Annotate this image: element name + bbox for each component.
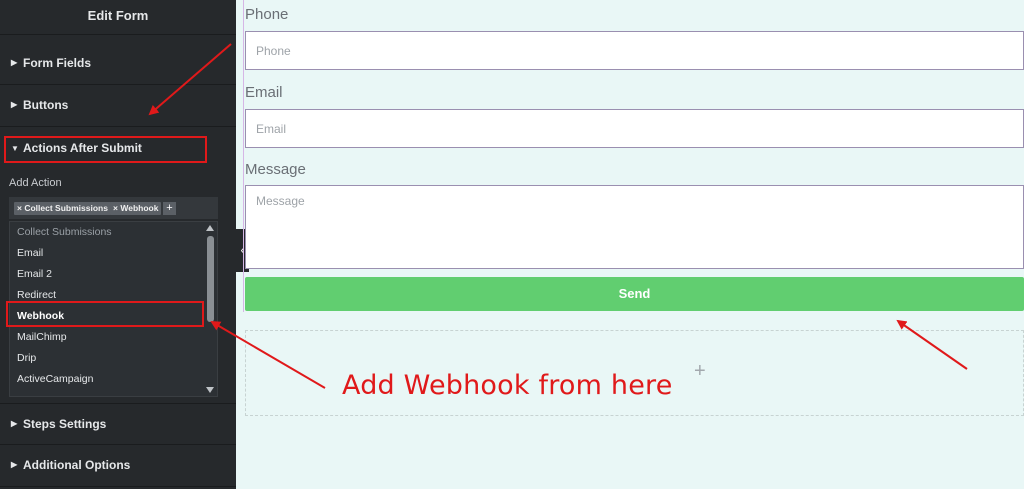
arrow-to-webhook (210, 320, 326, 389)
arrow-to-send (896, 319, 968, 370)
arrow-to-actions (148, 43, 232, 116)
annotation-text: Add Webhook from here (342, 370, 673, 401)
annotation-arrows (148, 43, 968, 389)
